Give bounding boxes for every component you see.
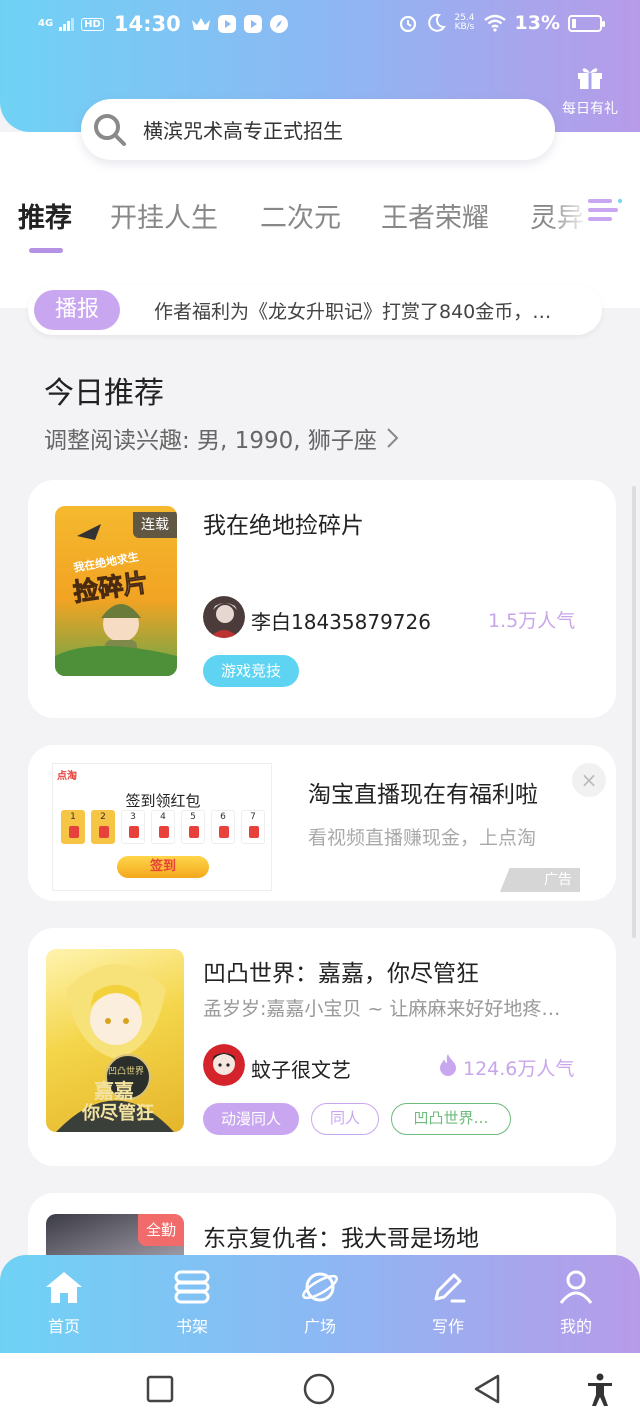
ad-day: 6 [211, 810, 235, 844]
fire-icon [440, 1054, 456, 1076]
genre-tag[interactable]: 同人 [311, 1103, 379, 1135]
broadcast-bar[interactable]: 播报 作者福利为《龙女升职记》打赏了840金币，… [28, 285, 602, 335]
search-icon [94, 113, 126, 146]
broadcast-badge: 播报 [34, 290, 120, 330]
category-tabs: 推荐 开挂人生 二次元 王者荣耀 灵异 [0, 196, 640, 246]
network-speed: 25.4 KB/s [454, 13, 475, 32]
network-indicator: 4G [38, 18, 54, 29]
genre-tag[interactable]: 游戏竞技 [203, 655, 299, 687]
ad-app-logo: 点淘 [57, 771, 77, 782]
scrollbar[interactable] [632, 486, 636, 938]
nav-plaza[interactable]: 广场 [280, 1269, 360, 1337]
serial-badge: 连载 [133, 512, 177, 538]
accessibility-icon[interactable] [585, 1373, 615, 1407]
daily-gift-button[interactable]: 每日有礼 [558, 64, 622, 118]
chevron-right-icon [387, 428, 399, 448]
planet-icon [302, 1272, 338, 1302]
broadcast-text: 作者福利为《龙女升职记》打赏了840金币，… [154, 301, 552, 323]
moon-icon [428, 13, 447, 32]
ad-day: 7 [241, 810, 265, 844]
ad-day: 2 [91, 810, 115, 844]
wifi-icon [483, 14, 506, 32]
hd-icon: HD [81, 17, 104, 31]
home-icon [46, 1272, 82, 1303]
signal-icon [59, 18, 75, 31]
video-app-icon [243, 15, 262, 33]
tab-honor-of-kings[interactable]: 王者荣耀 [381, 196, 489, 235]
book-title[interactable]: 凹凸世界：嘉嘉，你尽管狂 [203, 954, 479, 988]
ad-title[interactable]: 淘宝直播现在有福利啦 [308, 775, 538, 809]
nav-home[interactable]: 首页 [24, 1269, 104, 1337]
gift-icon [578, 68, 602, 89]
ad-checkin-button: 签到 [117, 856, 209, 878]
active-tab-indicator [29, 248, 63, 253]
home-circle-icon[interactable] [303, 1373, 335, 1405]
nav-bookshelf[interactable]: 书架 [152, 1269, 232, 1337]
book-cover[interactable]: 凹凸世界 嘉嘉 你尽管狂 [46, 949, 184, 1132]
nav-label: 我的 [559, 1317, 592, 1336]
ad-description: 看视频直播赚现金，上点淘 [308, 827, 537, 849]
media-app-icon [217, 15, 236, 33]
battery-percent: 13% [514, 12, 560, 34]
ad-day: 5 [181, 810, 205, 844]
category-menu-icon[interactable] [586, 193, 626, 229]
nav-label: 广场 [303, 1317, 336, 1336]
author-avatar[interactable] [203, 596, 245, 638]
nav-label: 写作 [431, 1317, 464, 1336]
search-placeholder: 横滨咒术高专正式招生 [143, 119, 343, 143]
ad-checkin-days: 1 2 3 4 5 6 7 [61, 810, 265, 844]
ad-close-button[interactable]: × [572, 763, 606, 797]
author-name[interactable]: 蚊子很文艺 [251, 1054, 351, 1083]
nav-profile[interactable]: 我的 [536, 1269, 616, 1337]
gift-label: 每日有礼 [562, 101, 618, 117]
ad-day: 3 [121, 810, 145, 844]
author-name[interactable]: 李白18435879726 [251, 606, 431, 635]
book-card[interactable]: 凹凸世界 嘉嘉 你尽管狂 凹凸世界：嘉嘉，你尽管狂 孟岁岁:嘉嘉小宝贝 ~ 让麻… [28, 928, 616, 1166]
user-icon [559, 1270, 593, 1304]
ad-label: 广告 [500, 868, 580, 892]
book-description: 孟岁岁:嘉嘉小宝贝 ~ 让麻麻来好好地疼… [203, 998, 561, 1020]
genre-tag[interactable]: 动漫同人 [203, 1103, 299, 1135]
ad-card[interactable]: 点淘 签到领红包 1 2 3 4 5 6 7 签到 淘宝直播现在有福利啦 看视频… [28, 745, 616, 901]
book-cover[interactable]: 连载 我在绝地求生 捡碎片 [55, 506, 177, 676]
search-bar[interactable]: 横滨咒术高专正式招生 [81, 99, 555, 160]
tab-cheat-life[interactable]: 开挂人生 [110, 196, 218, 235]
crown-icon [191, 18, 210, 30]
status-bar: 4G HD 14:30 25.4 KB/s 13% [0, 0, 640, 50]
nav-label: 首页 [47, 1317, 80, 1336]
nav-write[interactable]: 写作 [408, 1269, 488, 1337]
bookshelf-icon [174, 1270, 210, 1304]
popularity: 1.5万人气 [488, 610, 576, 632]
book-title[interactable]: 我在绝地捡碎片 [203, 506, 364, 540]
full-attendance-badge: 全勤 [137, 1214, 184, 1246]
genre-tag[interactable]: 凹凸世界… [391, 1103, 511, 1135]
nav-label: 书架 [175, 1317, 208, 1336]
book-title[interactable]: 东京复仇者：我大哥是场地 [203, 1219, 479, 1253]
clock: 14:30 [113, 12, 181, 36]
author-avatar[interactable] [203, 1044, 245, 1086]
pencil-icon [434, 1273, 466, 1303]
battery-icon [568, 14, 605, 32]
alarm-icon [400, 15, 417, 33]
tab-recommend[interactable]: 推荐 [18, 196, 72, 235]
book-card[interactable]: 连载 我在绝地求生 捡碎片 我在绝地捡碎片 李白18435879726 1.5万… [28, 480, 616, 718]
ad-day: 1 [61, 810, 85, 844]
ad-image[interactable]: 点淘 签到领红包 1 2 3 4 5 6 7 签到 [52, 763, 272, 891]
system-nav-bar [0, 1353, 640, 1427]
ad-day: 4 [151, 810, 175, 844]
back-icon[interactable] [472, 1373, 502, 1405]
tab-anime[interactable]: 二次元 [260, 196, 341, 235]
recent-apps-icon[interactable] [146, 1375, 174, 1403]
reading-interest-link[interactable]: 调整阅读兴趣: 男, 1990, 狮子座 [44, 421, 399, 455]
bottom-nav: 首页 书架 广场 写作 我的 [0, 1255, 640, 1353]
compass-icon [269, 15, 288, 33]
reading-interest-text: 调整阅读兴趣: 男, 1990, 狮子座 [44, 428, 377, 454]
section-title: 今日推荐 [44, 376, 164, 411]
ad-image-heading: 签到领红包 [125, 792, 201, 810]
popularity: 124.6万人气 [463, 1058, 575, 1080]
cover-subtitle: 你尽管狂 [82, 1103, 154, 1124]
